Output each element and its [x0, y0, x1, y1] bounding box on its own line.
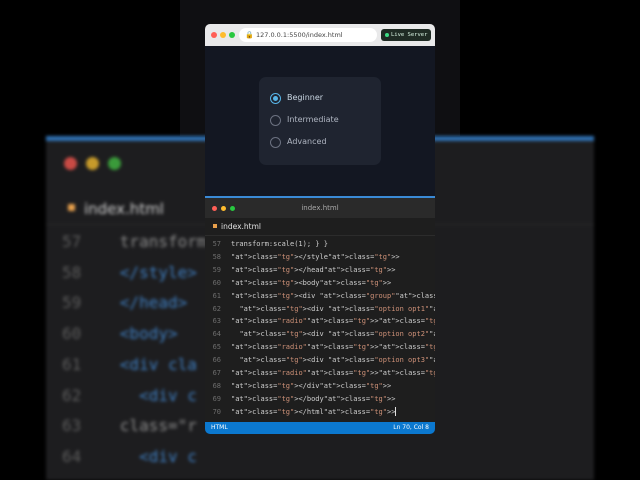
code-editor[interactable]: 57 transform:scale(1); } } 58 "at">class="t… — [205, 236, 435, 422]
radio-label: Intermediate — [287, 115, 339, 124]
bg-close-dot — [64, 157, 77, 170]
line-number: 63 — [212, 317, 221, 326]
code-line: "at">class="tg"><div "at">class="group""… — [231, 291, 435, 300]
editor-window-title: index.html — [301, 204, 339, 212]
radio-option-intermediate[interactable]: Intermediate — [259, 111, 381, 131]
code-line: "at">class="tg"></body"at">class="tg">> — [231, 394, 396, 403]
bg-line-text: <div c — [119, 385, 197, 405]
bg-code-line: 59 </head> — [62, 293, 187, 312]
line-number: 67 — [212, 369, 221, 377]
code-line: "at">class="tg"><div "at">class="option … — [239, 356, 435, 365]
code-line: "at">class="radio""at">class="tg">>"at">… — [231, 317, 435, 326]
line-number: 64 — [212, 330, 221, 339]
bg-maximize-dot — [108, 157, 121, 170]
html-file-icon — [213, 224, 217, 228]
code-line: "at">class="tg"></style"at">class="tg">> — [231, 252, 400, 261]
browser-toolbar: 🔒 127.0.0.1:5500/index.html Live Server — [205, 24, 435, 46]
line-number: 61 — [212, 291, 221, 300]
minimize-button[interactable] — [220, 32, 226, 38]
line-number: 58 — [212, 252, 221, 261]
code-line: "at">class="tg"></div"at">class="tg">> — [231, 381, 392, 390]
bg-line-number: 63 — [62, 416, 82, 436]
radio-option-beginner[interactable]: Beginner — [259, 89, 381, 109]
line-number: 59 — [212, 265, 221, 274]
code-line: "at">class="radio""at">class="tg">>"at">… — [231, 343, 435, 352]
bg-minimize-dot — [86, 157, 99, 170]
tab-index-html[interactable]: index.html — [205, 218, 435, 236]
live-server-label: Live Server — [391, 32, 428, 38]
bg-code-line: 62 <div c — [62, 386, 197, 405]
bg-line-text: class="r — [119, 416, 197, 436]
bg-line-number: 58 — [62, 262, 82, 282]
code-line: transform:scale(1); } } — [231, 240, 328, 248]
line-number: 57 — [212, 240, 221, 248]
bg-code-line: 57 transform — [62, 232, 207, 251]
radio-circle-selected — [270, 93, 281, 104]
live-server-button[interactable]: Live Server — [381, 29, 431, 41]
address-bar-url: 127.0.0.1:5500/index.html — [256, 31, 343, 39]
tab-label: index.html — [221, 222, 261, 231]
radio-circle — [270, 137, 281, 148]
bg-line-number: 61 — [62, 354, 82, 374]
lock-icon: 🔒 — [245, 31, 254, 39]
code-line: "at">class="radio""at">class="tg">>"at">… — [231, 369, 435, 377]
bg-line-number: 57 — [62, 232, 82, 251]
close-button[interactable] — [211, 32, 217, 38]
line-number: 70 — [212, 407, 221, 416]
bg-file-name: index.html — [84, 200, 164, 218]
bg-line-text: </style> — [119, 262, 197, 282]
bg-code-line: 61 <div cla — [62, 355, 197, 374]
bg-line-text: <body> — [119, 324, 178, 344]
status-cursor-position[interactable]: Ln 70, Col 8 — [393, 423, 429, 433]
radio-circle — [270, 115, 281, 126]
code-line: "at">class="tg"><div "at">class="option … — [239, 304, 435, 313]
line-number: 60 — [212, 278, 221, 287]
code-line: "at">class="tg"><body"at">class="tg">> — [231, 278, 392, 287]
bg-line-number: 59 — [62, 293, 82, 313]
line-number: 66 — [212, 356, 221, 365]
editor-titlebar: index.html — [205, 198, 435, 218]
live-indicator-icon — [385, 33, 389, 37]
address-bar[interactable]: 🔒 127.0.0.1:5500/index.html — [239, 28, 377, 42]
bg-line-number: 62 — [62, 385, 82, 405]
bg-code-line: 60 <body> — [62, 324, 178, 343]
radio-option-advanced[interactable]: Advanced — [259, 133, 381, 153]
text-cursor — [395, 407, 397, 417]
line-number: 68 — [212, 381, 221, 390]
code-line: "at">class="tg"></head"at">class="tg">> — [231, 265, 396, 274]
page-preview: Beginner Intermediate Advanced — [205, 46, 435, 196]
bg-code-line: 63 class="r — [62, 416, 197, 435]
radio-label: Advanced — [287, 137, 327, 146]
maximize-button[interactable] — [229, 32, 235, 38]
bg-code-line: 58 </style> — [62, 263, 197, 282]
bg-file-icon — [68, 204, 75, 211]
line-number: 65 — [212, 343, 221, 352]
line-number: 62 — [212, 304, 221, 313]
line-number: 69 — [212, 394, 221, 403]
status-bar: HTML Ln 70, Col 8 — [205, 422, 435, 434]
bg-line-text: <div cla — [119, 354, 197, 374]
app-frame: 🔒 127.0.0.1:5500/index.html Live Server … — [205, 24, 435, 434]
bg-code-line: 64 <div c — [62, 447, 197, 466]
radio-label: Beginner — [287, 93, 324, 102]
code-line: "at">class="tg"><div "at">class="option … — [239, 330, 435, 339]
radio-group-card: Beginner Intermediate Advanced — [259, 77, 381, 165]
bg-line-text: <div c — [119, 446, 197, 466]
bg-line-number: 64 — [62, 446, 82, 466]
bg-line-text: transform — [119, 232, 207, 251]
status-language[interactable]: HTML — [211, 423, 228, 433]
bg-line-number: 60 — [62, 324, 82, 344]
bg-line-text: </head> — [119, 293, 188, 313]
code-line: "at">class="tg"></html"at">class="tg">> — [231, 407, 397, 417]
